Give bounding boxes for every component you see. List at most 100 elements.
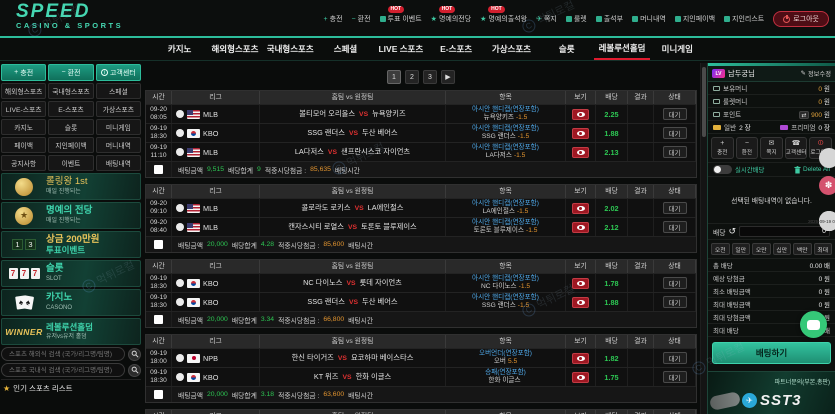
sidebar-support-button[interactable]: i고객센터 (96, 64, 141, 81)
plus-icon: + (720, 140, 724, 147)
view-button[interactable] (572, 203, 589, 214)
minus-icon: − (352, 16, 356, 23)
sidebar-item-overseas-sports[interactable]: 해외형스포츠 (1, 83, 46, 99)
floating-widget-button[interactable] (819, 148, 835, 168)
sidebar-item-casino[interactable]: 카지노 (1, 119, 46, 135)
result-cell (628, 293, 654, 311)
chip-10000[interactable]: 일만 (732, 243, 751, 255)
top-menu-vote-event[interactable]: HOT투표 이벤트 (380, 14, 422, 24)
search-domestic-input[interactable] (1, 363, 125, 377)
nav-live-sports[interactable]: LIVE 스포츠 (373, 38, 428, 60)
view-button[interactable] (572, 297, 589, 308)
username: 남두궁님 (728, 69, 798, 79)
sidebar-item-virtual-sports[interactable]: 가상스포츠 (96, 101, 141, 117)
panel-message-button[interactable]: ✉쪽지 (760, 137, 783, 159)
top-menu-deposit[interactable]: +충전 (324, 14, 343, 24)
logout-button[interactable]: 로그아웃 (773, 11, 829, 27)
live-odds-toggle[interactable] (713, 165, 732, 174)
sidebar-item-domestic-sports[interactable]: 국내형스포츠 (48, 83, 93, 99)
view-button[interactable] (572, 278, 589, 289)
top-menu-attendance-king[interactable]: HOT★명예의출석왕 (480, 14, 527, 24)
nav-slot[interactable]: 슬롯 (539, 38, 594, 60)
view-button[interactable] (572, 109, 589, 120)
banner-rolling-king[interactable]: 롤링왕 1st매일 진행되는 (1, 173, 141, 200)
nav-domestic-sports[interactable]: 국내형스포츠 (263, 38, 318, 60)
sidebar-item-live-sports[interactable]: LIVE-스포츠 (1, 101, 46, 117)
sidebar-item-event[interactable]: 이벤트 (48, 155, 93, 171)
nav-special[interactable]: 스페셜 (318, 38, 373, 60)
logo[interactable]: SPEED CASINO & SPORTS (16, 3, 123, 30)
sidebar-item-bet-history[interactable]: 배팅내역 (96, 155, 141, 171)
top-menu-withdraw[interactable]: −환전 (352, 14, 371, 24)
top-menu-message[interactable]: ✈쪽지 (536, 14, 557, 24)
sidebar-item-minigame[interactable]: 미니게임 (96, 119, 141, 135)
checkbox[interactable] (154, 390, 163, 399)
search-icon[interactable] (128, 364, 141, 377)
chip-100000[interactable]: 십만 (773, 243, 792, 255)
sidebar-item-notice[interactable]: 공지사항 (1, 155, 46, 171)
view-button[interactable] (572, 128, 589, 139)
view-button[interactable] (572, 222, 589, 233)
panel-withdraw-button[interactable]: −환전 (736, 137, 759, 159)
baseball-icon (176, 298, 184, 306)
chip-1000000[interactable]: 백만 (793, 243, 812, 255)
top-menu-referral-list[interactable]: 지인리스트 (724, 14, 764, 24)
quick-buttons-row: +충전 −환전 ✉쪽지 ☎고객센터 ⏼로그아웃 (708, 134, 835, 163)
page-2[interactable]: 2 (405, 70, 419, 84)
floating-badge[interactable]: ✽ (819, 176, 835, 195)
sidebar-item-slot[interactable]: 슬롯 (48, 119, 93, 135)
exchange-icon[interactable]: ⇄ (799, 111, 809, 119)
banner-revolution-holdem[interactable]: WINNER 레볼루션홀덤유저vs유저 홀덤 (1, 318, 141, 345)
banner-vote-event[interactable]: 13 상금 200만원투표이벤트 (1, 231, 141, 258)
place-bet-button[interactable]: 배팅하기 (712, 342, 831, 364)
checkbox[interactable] (154, 165, 163, 174)
chip-50000[interactable]: 오만 (752, 243, 771, 255)
top-menu-roulette[interactable]: 룰렛 (566, 14, 587, 24)
table-row: 09-2008:40 MLB 캔자스시티 로열스VS토론토 블루제이스 아시안 … (146, 217, 696, 236)
panel-deposit-button[interactable]: +충전 (711, 137, 734, 159)
search-icon[interactable] (128, 348, 141, 361)
chip-5000[interactable]: 오천 (711, 243, 730, 255)
banner-hall-of-fame[interactable]: ★ 명예의 전당매일 진행되는 (1, 202, 141, 229)
search-overseas-input[interactable] (1, 347, 125, 361)
checkbox[interactable] (154, 315, 163, 324)
table-header: 시간리그홈팀 vs 원정팀항목보기배당결과상태 (146, 335, 696, 348)
checkbox[interactable] (154, 240, 163, 249)
sidebar-item-money-history[interactable]: 머니내역 (96, 137, 141, 153)
chat-widget-button[interactable] (800, 311, 827, 338)
nav-casino[interactable]: 카지노 (152, 38, 207, 60)
ticket-icon (713, 125, 721, 130)
view-button[interactable] (572, 372, 589, 383)
page-1[interactable]: 1 (387, 70, 401, 84)
eye-icon (577, 131, 585, 136)
banner-slot[interactable]: 777 슬롯SLOT (1, 260, 141, 287)
top-menu-money-history[interactable]: 머니내역 (632, 14, 666, 24)
top-menu-hall-of-fame[interactable]: HOT★명예의전당 (431, 14, 471, 24)
main-scrollbar[interactable] (700, 63, 707, 414)
refresh-icon[interactable]: ↺ (729, 227, 737, 236)
sidebar-item-referral-payback[interactable]: 지인페이백 (48, 137, 93, 153)
page-next[interactable]: ▶ (441, 70, 455, 84)
partner-banner[interactable]: 파트너문의(부본,총판) ✈ SST3 (708, 371, 835, 414)
sidebar-deposit-button[interactable]: +충전 (1, 64, 46, 81)
top-menu-referral-payback[interactable]: 지인페이백 (675, 14, 715, 24)
chip-max[interactable]: 최대 (814, 243, 833, 255)
panel-support-button[interactable]: ☎고객센터 (785, 137, 808, 159)
top-menu-attendance[interactable]: 출석부 (596, 14, 623, 24)
nav-virtual-sports[interactable]: 가상스포츠 (484, 38, 539, 60)
nav-esports[interactable]: E-스포츠 (428, 38, 483, 60)
banner-casino[interactable]: ♠♠ 카지노CASONO (1, 289, 141, 316)
sidebar-withdraw-button[interactable]: −환전 (48, 64, 93, 81)
view-button[interactable] (572, 353, 589, 364)
sidebar-item-payback[interactable]: 페이백 (1, 137, 46, 153)
nav-minigame[interactable]: 미니게임 (650, 38, 705, 60)
scrollbar-thumb[interactable] (702, 67, 706, 137)
bet-amount-input[interactable] (739, 226, 830, 237)
nav-overseas-sports[interactable]: 해외형스포츠 (207, 38, 262, 60)
view-button[interactable] (572, 147, 589, 158)
sidebar-item-esports[interactable]: E-스포츠 (48, 101, 93, 117)
sidebar-item-special[interactable]: 스페셜 (96, 83, 141, 99)
edit-profile-button[interactable]: ✎정보수정 (801, 69, 831, 78)
nav-revolution-holdem[interactable]: 레볼루션홀덤 (594, 38, 649, 60)
page-3[interactable]: 3 (423, 70, 437, 84)
